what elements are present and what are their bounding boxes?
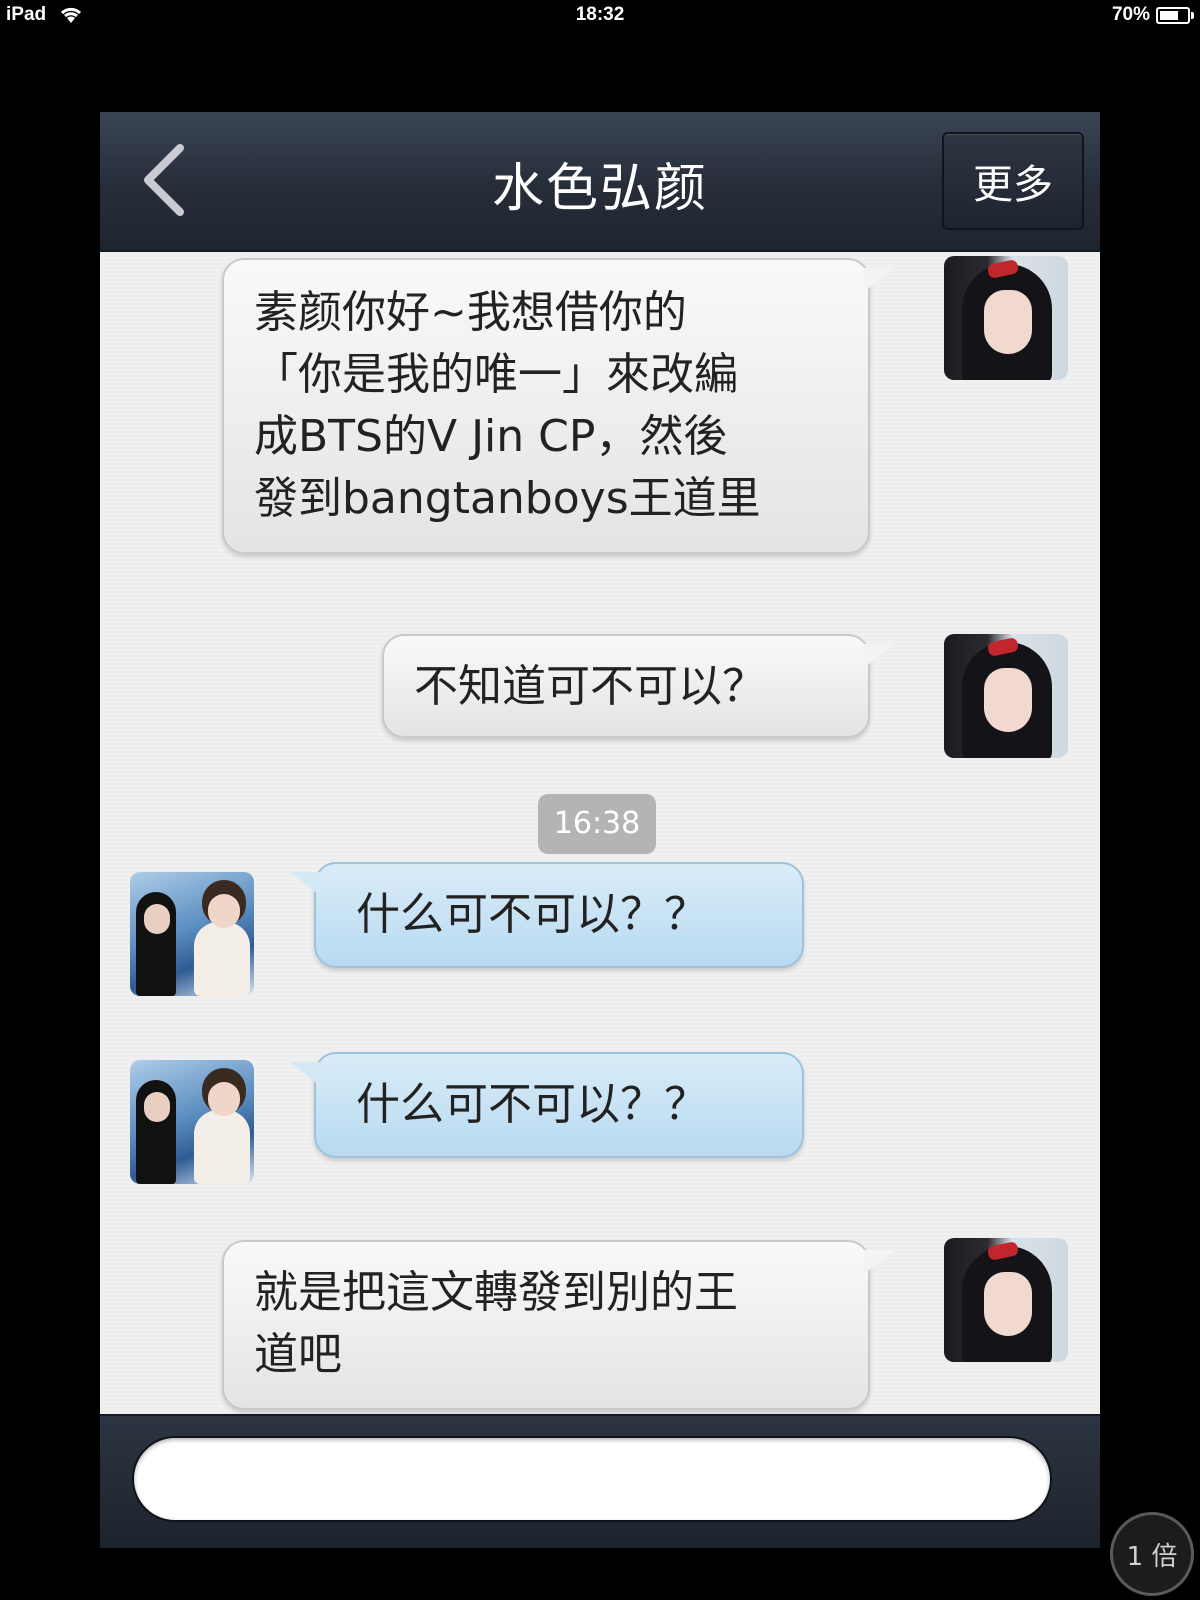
avatar-face (984, 668, 1032, 732)
avatar-face (208, 894, 240, 928)
avatar-girl[interactable] (944, 256, 1068, 380)
message-bubble-outgoing[interactable]: 素颜你好~我想借你的 「你是我的唯一」來改編 成BTS的V Jin CP，然後 … (222, 258, 894, 554)
chat-app: 水色弘颜 更多 素颜你好~我想借你的 「你是我的唯一」來改編 成BTS的V Ji… (100, 112, 1100, 1548)
bubble-tail (290, 1062, 320, 1086)
avatar-figure (194, 922, 250, 996)
chevron-left-icon (144, 144, 184, 216)
status-time: 18:32 (575, 4, 625, 25)
message-input[interactable] (132, 1436, 1052, 1522)
status-bar: iPad 18:32 70% (0, 0, 1200, 34)
avatar-stage[interactable] (130, 872, 254, 996)
input-bar (100, 1414, 1100, 1548)
nav-bar: 水色弘颜 更多 (100, 112, 1100, 252)
avatar-girl[interactable] (944, 634, 1068, 758)
message-text: 素颜你好~我想借你的 「你是我的唯一」來改編 成BTS的V Jin CP，然後 … (254, 287, 761, 524)
back-button[interactable] (128, 138, 208, 222)
avatar-face (208, 1082, 240, 1116)
message-text: 什么可不可以？？ (356, 1079, 708, 1130)
message-bubble-incoming[interactable]: 什么可不可以？？ (290, 862, 804, 968)
message-text: 不知道可不可以？ (414, 661, 766, 712)
message-bubble-incoming[interactable]: 什么可不可以？？ (290, 1052, 804, 1158)
bubble-tail (864, 268, 894, 292)
avatar-face (984, 1272, 1032, 1336)
avatar-face (144, 904, 170, 934)
bubble-tail (864, 644, 894, 668)
message-list[interactable]: 素颜你好~我想借你的 「你是我的唯一」來改編 成BTS的V Jin CP，然後 … (100, 252, 1100, 1412)
message-text: 就是把這文轉發到別的王 道吧 (254, 1267, 738, 1380)
battery-fill (1160, 10, 1179, 20)
more-button[interactable]: 更多 (942, 132, 1084, 230)
battery-icon (1156, 6, 1194, 24)
avatar-stage[interactable] (130, 1060, 254, 1184)
avatar-figure (194, 1110, 250, 1184)
bubble-tail (864, 1250, 894, 1274)
status-right: 70% (1111, 4, 1194, 26)
battery-percent: 70% (1111, 4, 1150, 25)
message-text: 什么可不可以？？ (356, 889, 708, 940)
avatar-girl[interactable] (944, 1238, 1068, 1362)
avatar-face (144, 1092, 170, 1122)
avatar-face (984, 290, 1032, 354)
zoom-button[interactable]: 1 倍 (1110, 1512, 1194, 1596)
message-bubble-outgoing[interactable]: 不知道可不可以？ (382, 634, 894, 738)
bubble-tail (290, 872, 320, 896)
timestamp-badge: 16:38 (538, 794, 656, 854)
chat-title: 水色弘颜 (491, 159, 708, 219)
message-bubble-outgoing[interactable]: 就是把這文轉發到別的王 道吧 (222, 1240, 894, 1410)
